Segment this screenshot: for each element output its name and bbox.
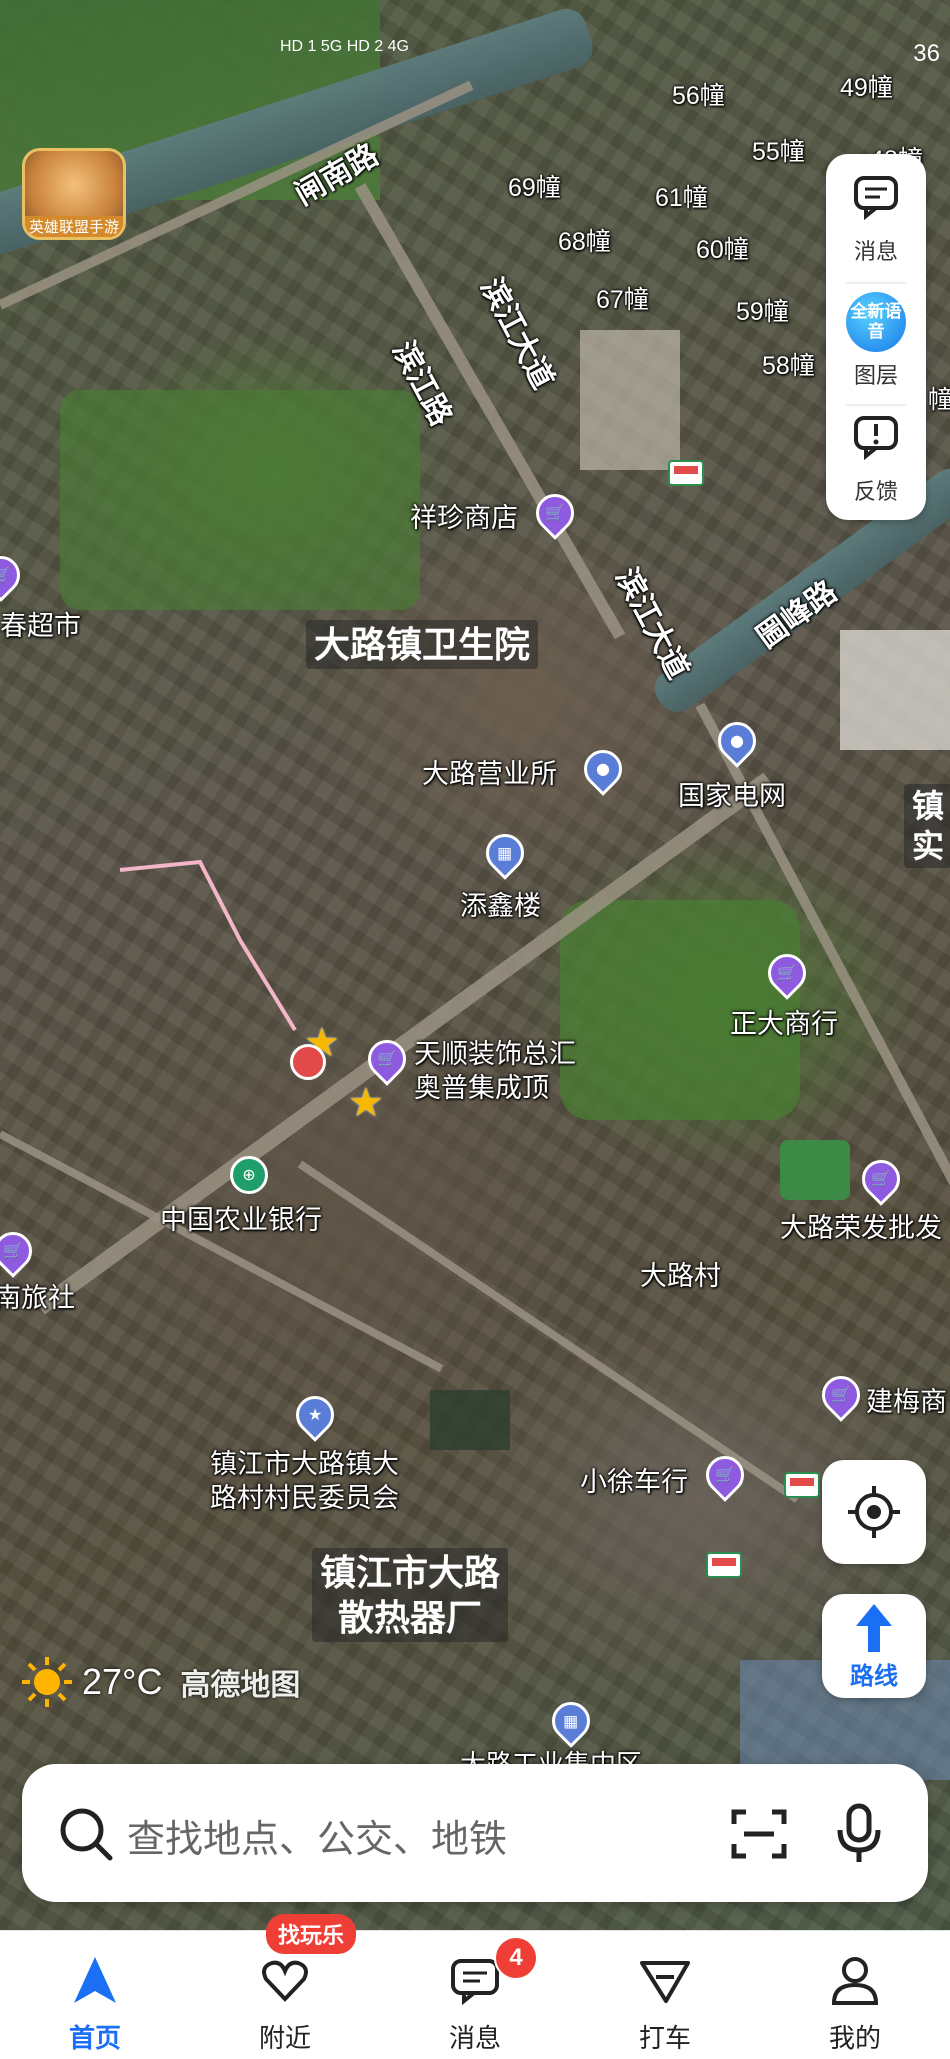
building-label: 60幢 [696,236,749,264]
building-label: 56幢 [672,82,725,110]
divider [846,282,906,284]
bus-stop-icon[interactable] [784,1472,820,1498]
building-label: 55幢 [752,138,805,166]
weather-temperature: 27°C [82,1661,163,1702]
taxi-icon [640,1961,690,2003]
tab-me-label: 我的 [828,2023,881,2053]
map-tools-panel: 消息 全新语音 图层 反馈 [826,154,926,520]
layers-tool[interactable]: 全新语音 图层 [826,292,926,390]
poi-label[interactable]: 大路荣发批发 [780,1206,942,1245]
poi-label[interactable]: 小徐车行 [580,1460,688,1499]
no-entry-icon [290,1044,326,1080]
area-label-factory-line2: 散热器厂 [338,1597,483,1638]
poi-label[interactable]: 南旅社 [0,1276,75,1315]
layers-tool-label: 图层 [853,363,898,388]
building-label: 49幢 [840,74,893,102]
status-bar-battery: 36 [913,40,940,67]
poi-label[interactable]: 国家电网 [678,774,786,813]
navigation-arrow-icon [74,1957,116,2003]
poi-label[interactable]: 春超市 [0,604,81,643]
favorite-star-icon[interactable]: ★ [348,1080,384,1126]
message-count-badge: 4 [494,1936,538,1980]
tab-taxi[interactable]: 打车 [605,1953,725,2055]
building-label: 58幢 [762,352,815,380]
amap-logo: 高德地图 [180,1669,301,1702]
tab-taxi-label: 打车 [638,2023,691,2053]
building-label: 68幢 [558,228,611,256]
poi-label[interactable]: 路村村民委员会 [210,1476,399,1515]
poi-label[interactable]: 大路村 [640,1254,721,1293]
search-bar[interactable]: 查找地点、公交、地铁 [22,1764,928,1902]
poi-label[interactable]: 奥普集成顶 [414,1066,549,1105]
tab-nearby[interactable]: 附近 [225,1953,345,2055]
sun-icon [22,1657,72,1707]
scan-icon[interactable] [730,1806,788,1862]
status-bar-signal: HD 1 5G HD 2 4G [280,38,409,55]
route-label: 路线 [850,1662,898,1690]
route-arrow-icon [856,1603,892,1652]
area-label-factory: 镇江市大路 散热器厂 [312,1548,509,1642]
feedback-tool-label: 反馈 [853,479,898,504]
poi-label[interactable]: 中国农业银行 [160,1198,322,1237]
area-label-clinic: 大路镇卫生院 [306,620,539,669]
message-bubble-icon [854,176,898,221]
building-label: 59幢 [736,298,789,326]
bottom-tab-bar: 首页 附近 消息 打车 我的 [0,1930,950,2059]
poi-label[interactable]: 大路营业所 [422,752,557,791]
poi-label[interactable]: 建梅商 [866,1380,947,1419]
game-ad-text: 英雄联盟手游 [25,216,123,237]
search-icon [60,1808,113,1861]
poi-label[interactable]: 添鑫楼 [460,884,541,923]
tab-nearby-label: 附近 [258,2023,311,2053]
locate-icon [848,1486,900,1538]
search-input[interactable]: 查找地点、公交、地铁 [127,1808,507,1863]
area-label-edge: 镇 实 [904,784,950,868]
feedback-icon [854,416,898,461]
user-icon [831,1957,879,2005]
poi-label[interactable]: 祥珍商店 [410,496,518,535]
messages-tool[interactable]: 消息 [826,172,926,266]
heart-icon [262,1960,308,2002]
bank-pin-icon[interactable]: ⊕ [230,1156,268,1194]
satellite-map[interactable]: 闸南路 滨江路 滨江大道 滨江大道 圌峰路 56幢 49幢 55幢 48幢 69… [0,0,950,1930]
route-button[interactable]: 路线 [822,1594,926,1698]
feedback-tool[interactable]: 反馈 [826,412,926,506]
weather-widget[interactable]: 27°C 高德地图 [20,1655,300,1709]
messages-tool-label: 消息 [853,239,898,264]
locate-button[interactable] [822,1460,926,1564]
building-label: 69幢 [508,174,561,202]
tab-messages-label: 消息 [448,2023,501,2053]
building-label: 67幢 [596,286,649,314]
bus-stop-icon[interactable] [706,1552,742,1578]
bus-stop-icon[interactable] [668,460,704,486]
divider [846,404,906,406]
building-label: 61幢 [655,184,708,212]
poi-label[interactable]: 正大商行 [730,1002,838,1041]
building-label: 幢 [928,386,950,414]
area-label-factory-line1: 镇江市大路 [320,1552,501,1593]
voice-badge-icon: 全新语音 [846,292,906,352]
microphone-icon[interactable] [834,1802,884,1866]
nearby-badge: 找玩乐 [266,1914,357,1954]
tab-home-label: 首页 [68,2023,121,2053]
tab-home[interactable]: 首页 [35,1953,155,2055]
game-ad-badge[interactable]: 英雄联盟手游 [22,148,126,240]
tab-me[interactable]: 我的 [795,1953,915,2055]
